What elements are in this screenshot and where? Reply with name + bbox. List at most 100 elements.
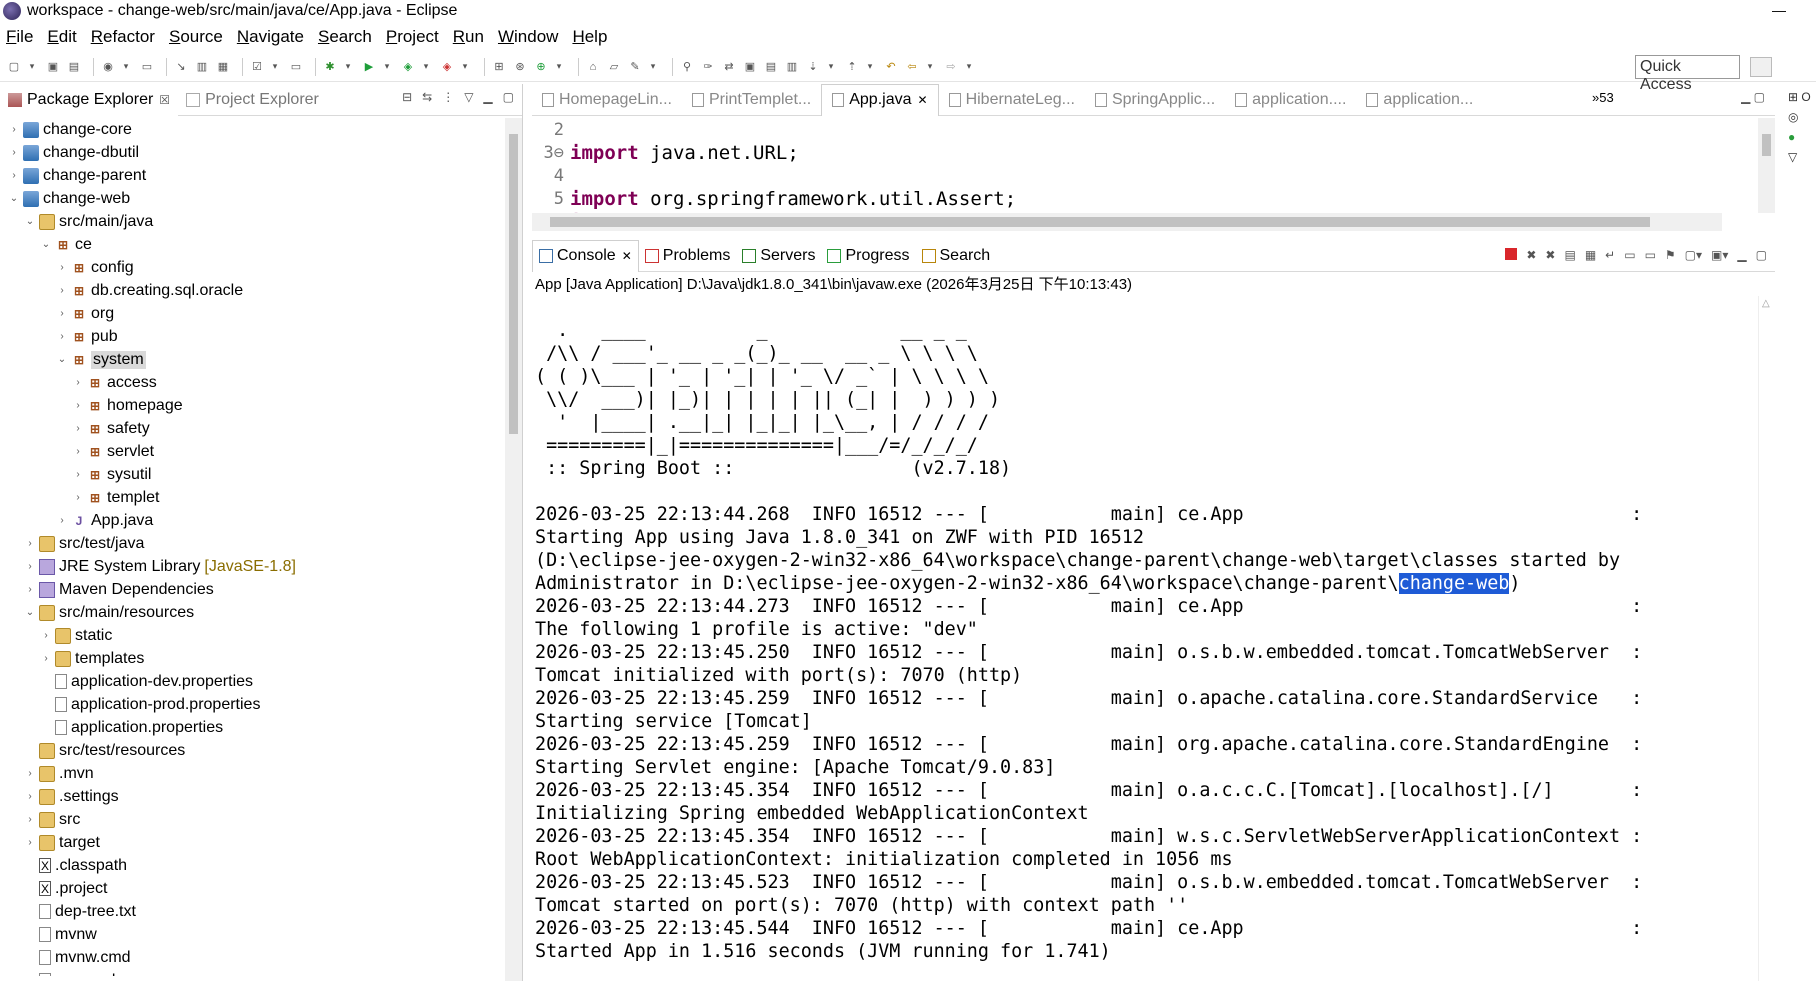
close-tab-icon[interactable]: ✕ <box>918 93 928 107</box>
scroll-up-icon[interactable]: △ <box>1762 298 1770 309</box>
chevron-down-icon[interactable]: ⌄ <box>8 193 20 204</box>
tree-item[interactable]: mvnw <box>0 923 522 946</box>
debug-dropdown-icon[interactable]: ▾ <box>343 59 353 75</box>
show-whitespace-icon[interactable]: ⇄ <box>721 59 737 75</box>
search-dropdown-icon[interactable]: ▾ <box>648 59 658 75</box>
wizard-icon[interactable]: ↘ <box>173 59 189 75</box>
forward-dropdown-icon[interactable]: ▾ <box>964 59 974 75</box>
back-dropdown-icon[interactable]: ▾ <box>925 59 935 75</box>
tree-item[interactable]: application.properties <box>0 716 522 739</box>
tree-item[interactable]: › change-parent <box>0 164 522 187</box>
tree-item[interactable]: › ⊞ pub <box>0 325 522 348</box>
tree-item[interactable]: › change-dbutil <box>0 141 522 164</box>
console-tab[interactable]: Search <box>916 240 997 272</box>
new-java-class-icon[interactable]: ⊛ <box>512 59 528 75</box>
external-tools-icon[interactable]: ◈ <box>439 59 455 75</box>
scroll-lock-icon[interactable]: ▦ <box>1585 248 1596 262</box>
editor-horizontal-scrollbar[interactable] <box>532 213 1722 231</box>
maximize-icon[interactable]: ▢ <box>503 90 514 104</box>
console-output[interactable]: . ____ _ __ _ _ /\\ / ___'_ __ _ _(_)_ _… <box>535 296 1755 981</box>
save-all-icon[interactable]: ▤ <box>66 59 82 75</box>
editor-window-controls[interactable]: ▁ ▢ <box>1741 90 1765 104</box>
chevron-down-icon[interactable]: ⌄ <box>40 239 52 250</box>
tree-item[interactable]: ⌄ src/main/java <box>0 210 522 233</box>
perspective-icon[interactable] <box>1750 57 1772 77</box>
chevron-down-icon[interactable]: ⌄ <box>24 216 36 227</box>
tree-item[interactable]: › ⊞ safety <box>0 417 522 440</box>
chevron-right-icon[interactable]: › <box>24 538 36 549</box>
coverage-dropdown-icon[interactable]: ▾ <box>421 59 431 75</box>
chevron-right-icon[interactable]: › <box>8 170 20 181</box>
tree-item[interactable]: ⌄ src/main/resources <box>0 601 522 624</box>
collapse-all-icon[interactable]: ⊟ <box>402 90 412 104</box>
minimize-icon[interactable]: ▁ <box>483 90 492 104</box>
tree-item[interactable]: › templates <box>0 647 522 670</box>
pin-console-icon[interactable]: ⚑ <box>1665 248 1676 262</box>
link-with-editor-icon[interactable]: ⇆ <box>422 90 432 104</box>
save-icon[interactable]: ▣ <box>45 59 61 75</box>
forward-icon[interactable]: ⇨ <box>943 59 959 75</box>
next-annotation-icon[interactable]: ▤ <box>763 59 779 75</box>
chevron-right-icon[interactable]: › <box>24 837 36 848</box>
left-scrollbar[interactable] <box>505 118 522 981</box>
menu-window[interactable]: Window <box>498 27 558 47</box>
chevron-right-icon[interactable]: › <box>24 561 36 572</box>
editor-vertical-scrollbar[interactable] <box>1758 118 1775 213</box>
chevron-right-icon[interactable]: › <box>24 768 36 779</box>
minimize-button[interactable]: — <box>1772 2 1786 18</box>
tree-item[interactable]: › ⊞ templet <box>0 486 522 509</box>
clear-console-icon[interactable]: ▤ <box>1564 248 1575 262</box>
chevron-right-icon[interactable]: › <box>56 285 68 296</box>
new-dropdown-icon[interactable]: ▾ <box>27 59 37 75</box>
chevron-right-icon[interactable]: › <box>24 814 36 825</box>
chevron-down-icon[interactable]: ⌄ <box>24 607 36 618</box>
console-tab[interactable]: Problems <box>639 240 737 272</box>
tree-item[interactable]: › ⊞ config <box>0 256 522 279</box>
terminate-icon[interactable] <box>1505 248 1518 260</box>
console-tab[interactable]: Console ✕ <box>532 239 639 272</box>
external-dropdown-icon[interactable]: ▾ <box>460 59 470 75</box>
editor-tab[interactable]: HomepageLin... <box>532 84 682 116</box>
menu-file[interactable]: File <box>6 27 33 47</box>
tree-item[interactable]: › src <box>0 808 522 831</box>
remove-launch-icon[interactable]: ✖ <box>1526 248 1536 262</box>
prev-edit-dropdown-icon[interactable]: ▾ <box>865 59 875 75</box>
next-edit-icon[interactable]: ⇣ <box>805 59 821 75</box>
tree-item[interactable]: › .settings <box>0 785 522 808</box>
close-tab-icon[interactable]: ☒ <box>159 93 170 107</box>
chevron-right-icon[interactable]: › <box>40 630 52 641</box>
view-menu-icon[interactable]: ⋮ <box>442 90 454 104</box>
tree-item[interactable]: › ⊞ org <box>0 302 522 325</box>
chevron-right-icon[interactable]: › <box>56 331 68 342</box>
show-on-output-icon[interactable]: ▭ <box>1624 248 1635 262</box>
editor-tab[interactable]: SpringApplic... <box>1085 84 1225 116</box>
last-edit-icon[interactable]: ↶ <box>883 59 899 75</box>
new-icon[interactable]: ▢ <box>6 59 22 75</box>
menu-project[interactable]: Project <box>386 27 439 47</box>
tree-item[interactable]: › Maven Dependencies <box>0 578 522 601</box>
tree-item[interactable]: › static <box>0 624 522 647</box>
close-tab-icon[interactable]: ✕ <box>622 249 632 263</box>
tree-item[interactable]: › ⊞ sysutil <box>0 463 522 486</box>
quick-access-input[interactable]: Quick Access <box>1635 55 1740 93</box>
tree-item[interactable]: › target <box>0 831 522 854</box>
code-view[interactable]: 2 3⊖ import java.net.URL; 4 5 import org.spri… <box>532 118 1758 214</box>
task-icon[interactable]: ☑ <box>249 59 265 75</box>
menu-help[interactable]: Help <box>572 27 607 47</box>
chevron-right-icon[interactable]: › <box>56 308 68 319</box>
toggle-block-icon[interactable]: ✑ <box>700 59 716 75</box>
menu-search[interactable]: Search <box>318 27 372 47</box>
show-on-error-icon[interactable]: ▭ <box>1645 248 1656 262</box>
tree-item[interactable]: application-dev.properties <box>0 670 522 693</box>
console-scrollbar[interactable]: △ <box>1758 296 1775 981</box>
remove-all-icon[interactable]: ✖ <box>1545 248 1555 262</box>
chevron-right-icon[interactable]: › <box>24 584 36 595</box>
scroll-thumb[interactable] <box>550 217 1650 227</box>
debug-icon[interactable]: ✱ <box>322 59 338 75</box>
coverage-icon[interactable]: ◈ <box>400 59 416 75</box>
menu-source[interactable]: Source <box>169 27 223 47</box>
selected-text[interactable]: change-web <box>1398 573 1510 594</box>
chevron-right-icon[interactable]: › <box>24 791 36 802</box>
tree-item[interactable]: X .classpath <box>0 854 522 877</box>
tree-item[interactable]: › ⊞ access <box>0 371 522 394</box>
